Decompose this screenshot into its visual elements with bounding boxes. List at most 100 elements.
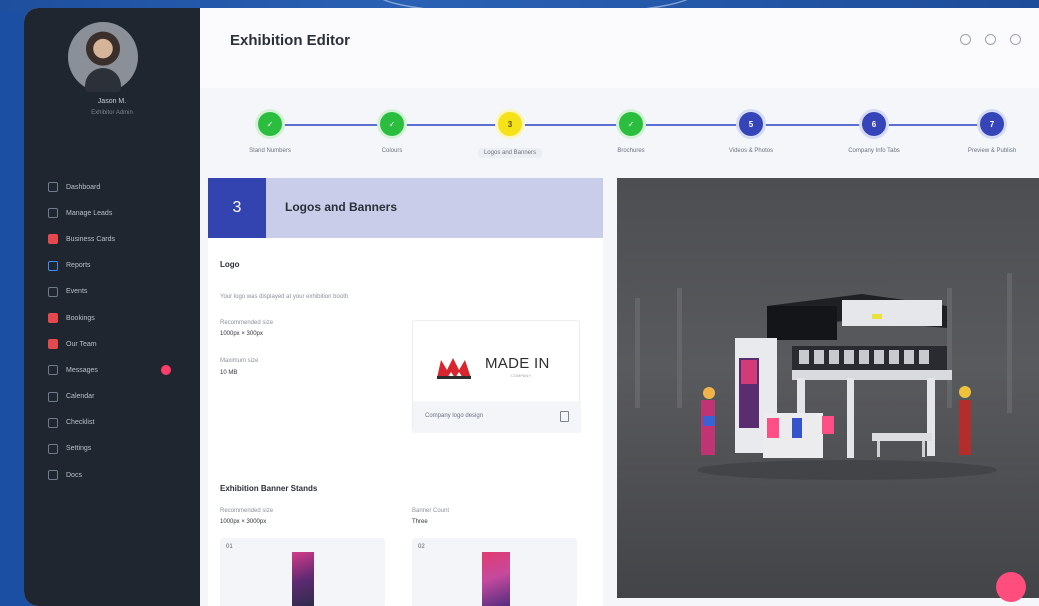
panel-header: 3 Logos and Banners [208, 178, 603, 238]
check-icon [48, 417, 58, 428]
sidebar-item-settings[interactable]: Settings [24, 436, 200, 462]
calendar-icon [48, 391, 58, 402]
gear-icon [48, 443, 58, 454]
sidebar-item-our-team[interactable]: Our Team [24, 331, 200, 357]
user-name: Jason M. [97, 98, 127, 105]
sidebar-item-label: Bookings [66, 314, 95, 322]
sidebar-item-calendar[interactable]: Calendar [24, 384, 200, 410]
page-title: Exhibition Editor [230, 32, 350, 49]
logos-banners-panel: 3 Logos and Banners Logo Your logo was d… [208, 178, 603, 606]
sidebar-item-manage-leads[interactable]: Manage Leads [24, 200, 200, 226]
help-fab-button[interactable] [996, 572, 1026, 602]
banner-card-01[interactable]: 01 [220, 538, 385, 606]
step-label: Logos and Banners [477, 148, 543, 158]
sidebar-item-events[interactable]: Events [24, 279, 200, 305]
step-number: 6 [862, 112, 886, 136]
avatar-shirt [85, 68, 121, 92]
gear-icon[interactable] [985, 34, 996, 45]
check-icon: ✓ [380, 112, 404, 136]
logo-upload-card[interactable]: MADE IN COMPANY Company logo design [412, 320, 581, 433]
user-role: Exhibitor Admin [91, 110, 133, 116]
banner-section-title: Exhibition Banner Stands [220, 484, 318, 493]
banner-dims-label: Recommended size [220, 508, 274, 514]
logo-file-row: Company logo design [413, 401, 581, 433]
ticket-icon [48, 313, 58, 324]
sidebar-item-reports[interactable]: Reports [24, 253, 200, 279]
step-label: Brochures [617, 148, 645, 154]
step-preview-publish[interactable]: 7 Preview & Publish [937, 112, 1039, 154]
step-label: Company Info Tabs [848, 148, 900, 154]
sidebar-item-label: Reports [66, 262, 91, 270]
brand-logo-subtext: COMPANY [511, 373, 531, 378]
banner-count-label: Banner Count [412, 508, 450, 514]
sidebar-item-label: Manage Leads [66, 209, 113, 217]
banner-card-02[interactable]: 02 [412, 538, 577, 606]
progress-stepper: ✓ Stand Numbers ✓ Colours 3 Logos and Ba… [200, 94, 1039, 170]
sidebar-item-label: Docs [66, 471, 82, 479]
header-actions [960, 34, 1021, 45]
banner-dims-value: 1000px × 3000px [220, 519, 267, 525]
banner-number: 01 [226, 544, 233, 550]
sidebar-item-label: Calendar [66, 393, 95, 401]
trash-icon[interactable] [560, 411, 569, 422]
logo-dims-value: 1000px × 300px [220, 331, 263, 337]
step-label: Videos & Photos [728, 148, 774, 154]
step-stand-numbers[interactable]: ✓ Stand Numbers [215, 112, 325, 154]
step-brochures[interactable]: ✓ Brochures [576, 112, 686, 154]
panel-title: Logos and Banners [285, 200, 398, 214]
sidebar-item-label: Business Cards [66, 235, 116, 243]
banner-thumbnail [482, 552, 510, 606]
logo-file-value: 10 MB [220, 370, 238, 376]
notification-badge [161, 365, 171, 376]
sidebar-nav: Dashboard Manage Leads Business Cards Re… [24, 174, 200, 488]
sidebar-item-label: Events [66, 288, 88, 296]
logo-dims-label: Recommended size [220, 320, 274, 326]
banner-count-value: Three [412, 519, 428, 525]
app-window: Jason M. Exhibitor Admin Dashboard Manag… [24, 8, 1039, 606]
team-icon [48, 339, 58, 350]
sidebar-item-messages[interactable]: Messages [24, 357, 200, 383]
sidebar: Jason M. Exhibitor Admin Dashboard Manag… [24, 8, 200, 606]
chart-icon [48, 260, 58, 271]
step-logos-and-banners[interactable]: 3 Logos and Banners [455, 112, 565, 158]
grid-icon [48, 182, 58, 193]
page-header: Exhibition Editor [200, 8, 1039, 88]
step-number: 3 [498, 112, 522, 136]
wrench-icon[interactable] [960, 34, 971, 45]
step-colours[interactable]: ✓ Colours [337, 112, 447, 154]
step-videos-photos[interactable]: 5 Videos & Photos [696, 112, 806, 154]
booth-3d-preview[interactable] [617, 178, 1039, 598]
brand-logo-text: MADE IN [485, 355, 550, 372]
step-label: Preview & Publish [967, 148, 1017, 154]
chat-icon [48, 365, 58, 376]
sidebar-item-bookings[interactable]: Bookings [24, 305, 200, 331]
check-icon: ✓ [619, 112, 643, 136]
bell-icon[interactable] [1010, 34, 1021, 45]
sidebar-item-label: Checklist [66, 419, 95, 427]
logo-description: Your logo was displayed at your exhibiti… [220, 294, 349, 300]
brand-logo-icon [437, 358, 471, 379]
calendar-icon [48, 286, 58, 297]
banner-thumbnail [292, 552, 314, 606]
card-icon [48, 234, 58, 245]
doc-icon [48, 470, 58, 481]
banner-number: 02 [418, 544, 425, 550]
step-number: 7 [980, 112, 1004, 136]
step-number-badge: 3 [208, 178, 266, 238]
logo-file-name: Company logo design [425, 413, 484, 419]
sidebar-item-label: Dashboard [66, 183, 101, 191]
check-icon: ✓ [258, 112, 282, 136]
step-number: 5 [739, 112, 763, 136]
sidebar-item-checklist[interactable]: Checklist [24, 410, 200, 436]
step-label: Colours [381, 148, 403, 154]
logo-section-title: Logo [220, 260, 240, 269]
users-icon [48, 208, 58, 219]
sidebar-item-label: Messages [66, 366, 98, 374]
sidebar-item-business-cards[interactable]: Business Cards [24, 226, 200, 252]
sidebar-item-dashboard[interactable]: Dashboard [24, 174, 200, 200]
step-company-info-tabs[interactable]: 6 Company Info Tabs [819, 112, 929, 154]
avatar[interactable] [68, 22, 138, 92]
step-label: Stand Numbers [249, 148, 291, 154]
booth-render [635, 273, 1012, 480]
sidebar-item-docs[interactable]: Docs [24, 462, 200, 488]
